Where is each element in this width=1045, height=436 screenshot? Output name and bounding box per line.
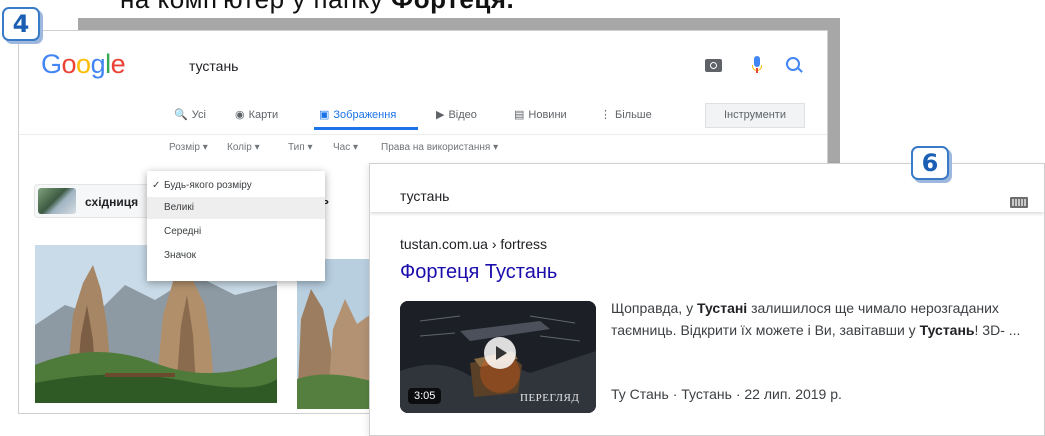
search-input[interactable]: тустань [400, 188, 449, 204]
pin-icon: ◉ [235, 109, 245, 121]
more-vert-icon: ⋮ [600, 109, 611, 121]
top-caption: на комп'ютер у папку Фортеця. [120, 0, 514, 15]
tab-more[interactable]: ⋮ Більше [600, 108, 652, 121]
filter-color[interactable]: Колір ▾ [227, 142, 260, 153]
video-overlay-label: ПЕРЕГЛЯД [520, 392, 580, 404]
google-logo[interactable]: Google [41, 49, 126, 80]
video-duration: 3:05 [408, 388, 442, 404]
search-icon[interactable] [786, 57, 800, 71]
search-input[interactable]: тустань [189, 58, 238, 74]
search-result-window: тустань tustan.com.ua › fortress Фортеця… [369, 163, 1045, 436]
menu-item-icon-size[interactable]: Значок [147, 245, 325, 267]
filter-usage-rights[interactable]: Права на використання ▾ [381, 142, 498, 153]
menu-item-large[interactable]: Великі [147, 197, 325, 219]
image-result-2[interactable] [297, 259, 371, 409]
divider [19, 134, 827, 135]
search-icon: 🔍 [174, 109, 188, 121]
menu-item-medium[interactable]: Середні [147, 221, 325, 243]
check-icon: ✓ [152, 180, 161, 191]
filter-time[interactable]: Час ▾ [333, 142, 358, 153]
tab-video[interactable]: ▶ Відео [436, 108, 477, 121]
result-url[interactable]: tustan.com.ua › fortress [400, 236, 547, 252]
tab-images[interactable]: ▣ Зображення [319, 108, 396, 121]
screenshot-frame-right [828, 18, 840, 168]
video-thumbnail[interactable]: 3:05 ПЕРЕГЛЯД [400, 301, 596, 413]
microphone-icon[interactable] [752, 56, 762, 74]
result-title-link[interactable]: Фортеця Тустань [400, 261, 557, 284]
filter-type[interactable]: Тип ▾ [288, 142, 312, 153]
newspaper-icon: ▤ [514, 109, 525, 121]
menu-item-any-size[interactable]: ✓ Будь-якого розміру [147, 175, 325, 197]
play-icon[interactable] [484, 337, 516, 369]
screenshot-frame-top [78, 18, 840, 30]
tab-maps[interactable]: ◉ Карти [235, 108, 278, 121]
keyboard-icon[interactable] [1010, 197, 1028, 208]
filter-size[interactable]: Розмір ▾ [169, 142, 208, 153]
active-tab-indicator [314, 127, 418, 130]
tab-news[interactable]: ▤ Новини [514, 108, 567, 121]
chip-thumbnail [38, 188, 76, 214]
play-icon: ▶ [436, 109, 445, 121]
result-snippet: Щоправда, у Тустані залишилося ще чимало… [611, 300, 1021, 338]
tools-button[interactable]: Інструменти [705, 103, 805, 128]
camera-icon[interactable] [705, 59, 722, 72]
image-icon: ▣ [319, 109, 330, 121]
tab-all[interactable]: 🔍 Усі [174, 108, 206, 121]
step-badge-6: 6 [911, 146, 949, 180]
size-dropdown-menu: ✓ Будь-якого розміру Великі Середні Значо… [147, 171, 325, 281]
step-badge-4: 4 [2, 7, 40, 41]
result-meta: Ту Стань · Тустань · 22 лип. 2019 р. [611, 386, 842, 402]
